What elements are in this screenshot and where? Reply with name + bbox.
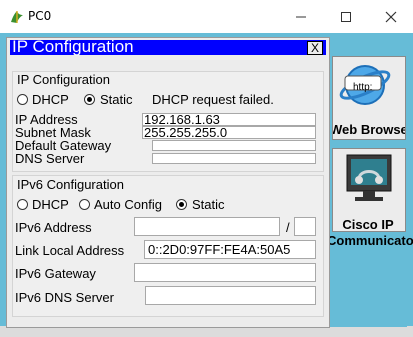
pc-app-icon	[9, 9, 25, 25]
ipv4-section-heading: IP Configuration	[17, 72, 110, 87]
web-browser-label: Web Browser	[332, 122, 405, 137]
ipv4-static-label: Static	[100, 92, 133, 107]
ipv6-address-field[interactable]	[134, 217, 280, 236]
window-titlebar[interactable]: PC0	[0, 0, 413, 33]
ipv6-section: IPv6 Configuration DHCP Auto Config Stat…	[12, 175, 324, 317]
ip-configuration-dialog: IP Configuration X IP Configuration DHCP…	[6, 37, 330, 328]
ipv6-dhcp-label: DHCP	[32, 197, 69, 212]
prefix-length-field[interactable]	[294, 217, 316, 236]
web-browser-icon-text: http:	[353, 82, 373, 93]
app-window: PC0 http: Web Browser	[0, 0, 413, 337]
ipv6-dns-server-label: IPv6 DNS Server	[15, 290, 114, 305]
ipv6-dhcp-radio[interactable]	[17, 199, 28, 210]
ipv6-static-radio[interactable]	[176, 199, 187, 210]
minimize-button[interactable]	[278, 0, 323, 33]
ipv6-section-heading: IPv6 Configuration	[17, 177, 124, 192]
ipv6-address-label: IPv6 Address	[15, 220, 92, 235]
maximize-icon	[340, 11, 351, 22]
desktop-apps-panel: http: Web Browser Cisco IP Communicator	[327, 54, 413, 327]
ipv6-static-label: Static	[192, 197, 225, 212]
ipv4-section: IP Configuration DHCP Static DHCP reques…	[12, 71, 324, 172]
ip-address-field[interactable]: 192.168.1.63	[142, 113, 316, 126]
ipv6-auto-config-radio[interactable]	[79, 199, 90, 210]
link-local-address-field[interactable]: 0::2D0:97FF:FE4A:50A5	[144, 240, 316, 259]
ipv6-gateway-field[interactable]	[134, 263, 316, 282]
window-title: PC0	[28, 9, 52, 23]
ipv4-dhcp-radio[interactable]	[17, 94, 28, 105]
prefix-separator: /	[286, 220, 290, 235]
dhcp-status-text: DHCP request failed.	[152, 92, 274, 107]
ipv6-gateway-label: IPv6 Gateway	[15, 266, 96, 281]
cisco-ip-label-line2: Communicator	[327, 233, 413, 248]
default-gateway-field[interactable]	[152, 140, 316, 151]
dns-server-field[interactable]	[152, 153, 316, 164]
ipv4-dhcp-label: DHCP	[32, 92, 69, 107]
link-local-address-label: Link Local Address	[15, 243, 125, 258]
dialog-title: IP Configuration	[12, 37, 134, 56]
ipv4-static-radio[interactable]	[84, 94, 95, 105]
ipv6-dns-server-field[interactable]	[145, 286, 316, 305]
ipv6-auto-config-label: Auto Config	[94, 197, 162, 212]
dns-server-label: DNS Server	[15, 151, 85, 166]
web-browser-app[interactable]: http: Web Browser	[332, 56, 406, 140]
minimize-icon	[295, 16, 306, 17]
cisco-ip-label: Cisco IP	[342, 217, 394, 232]
dialog-titlebar[interactable]: IP Configuration X	[10, 37, 326, 56]
close-icon	[385, 11, 396, 22]
close-window-button[interactable]	[368, 0, 413, 33]
dialog-close-button[interactable]: X	[307, 41, 323, 55]
maximize-button[interactable]	[323, 0, 368, 33]
subnet-mask-field[interactable]: 255.255.255.0	[142, 126, 316, 139]
